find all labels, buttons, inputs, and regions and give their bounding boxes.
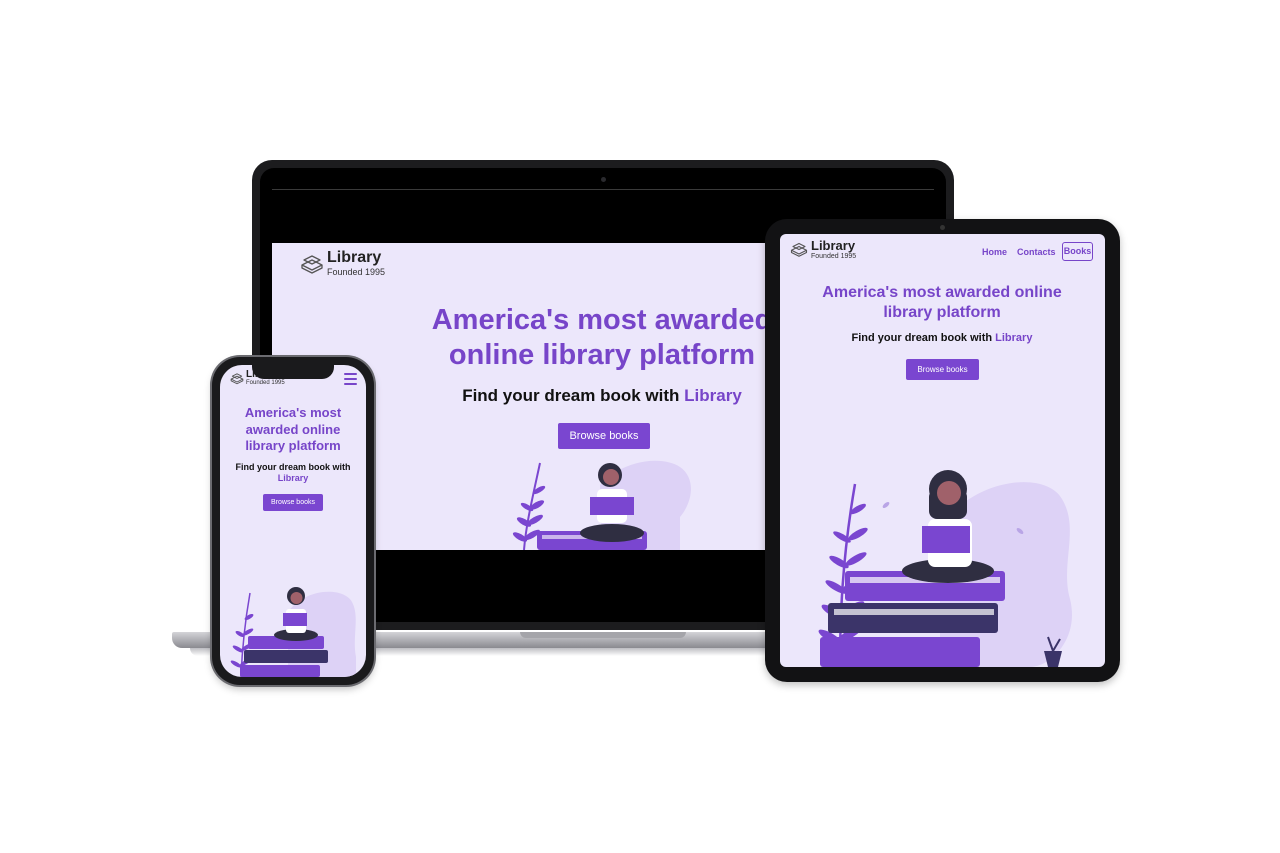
reading-woman-illustration (512, 460, 691, 550)
browse-books-button[interactable]: Browse books (558, 423, 650, 449)
tablet-screen: Library Founded 1995 Home Contacts Books… (780, 234, 1105, 667)
hero-subtitle: Find your dream book with Library (223, 462, 363, 484)
hero-subtitle-accent: Library (277, 473, 309, 483)
brand-name[interactable]: Library (327, 249, 381, 267)
books-logo-icon (230, 373, 244, 385)
laptop-hinge-notch (520, 632, 686, 638)
laptop-camera (601, 177, 606, 182)
hero-title-line2: online library platform (448, 339, 756, 371)
reading-woman-illustration (230, 587, 356, 677)
laptop-browser-divider (272, 189, 934, 190)
brand-tagline: Founded 1995 (811, 253, 857, 260)
hero-title: America's most awarded online library pl… (792, 283, 1092, 323)
tablet-camera (940, 225, 945, 230)
nav-home[interactable]: Home (982, 247, 1007, 257)
hero-subtitle-accent: Library (995, 332, 1033, 344)
hero-title-line2: library platform (883, 304, 1001, 321)
hero-title-line2: awarded online (245, 421, 341, 437)
hero-subtitle: Find your dream book with Library (851, 332, 1033, 344)
nav-contacts[interactable]: Contacts (1017, 247, 1056, 257)
hero-title: America's most awarded online library pl… (402, 303, 802, 373)
hamburger-menu-icon[interactable] (344, 373, 357, 385)
browse-books-button[interactable]: Browse books (263, 494, 323, 511)
books-logo-icon (301, 255, 323, 274)
hero-title-line1: America's most awarded online (822, 284, 1062, 301)
reading-woman-illustration (818, 470, 1072, 667)
phone-notch (252, 364, 334, 379)
phone-screen: Library Founded 1995 America's most awar… (220, 365, 366, 677)
books-logo-icon (790, 242, 808, 257)
hero-title-line3: library platform (245, 438, 341, 453)
hero-title-line1: America's most awarded (431, 304, 773, 336)
hero-subtitle: Find your dream book with Library (462, 386, 742, 405)
brand-tagline: Founded 1995 (246, 380, 285, 386)
brand-tagline: Founded 1995 (327, 267, 386, 277)
brand-name[interactable]: Library (811, 238, 855, 253)
hero-subtitle-accent: Library (684, 386, 742, 405)
hero-title-line1: America's most (244, 405, 342, 420)
browse-books-button[interactable]: Browse books (906, 359, 979, 380)
hero-title: America's most awarded online library pl… (223, 405, 363, 455)
nav-books-button[interactable]: Books (1062, 242, 1093, 261)
